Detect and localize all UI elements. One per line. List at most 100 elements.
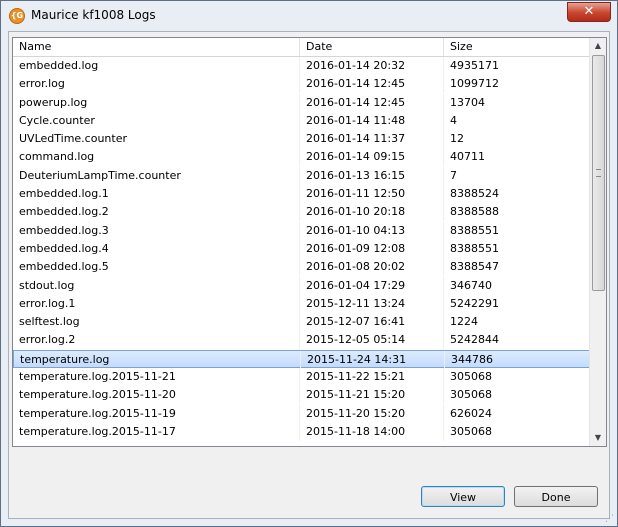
table-row[interactable]: temperature.log.2015-11-17 2015-11-18 14:… xyxy=(13,422,590,441)
cell-name: selftest.log xyxy=(13,313,300,332)
cell-date: 2016-01-14 09:15 xyxy=(300,148,444,167)
app-icon: {G xyxy=(9,8,25,24)
cell-date: 2016-01-10 20:18 xyxy=(300,203,444,222)
table-row[interactable]: selftest.log 2015-12-07 16:41 1224 xyxy=(13,313,590,332)
table-row[interactable]: DeuteriumLampTime.counter 2016-01-13 16:1… xyxy=(13,166,590,185)
thumb-grip-icon xyxy=(596,169,601,177)
table-header: Name Date Size xyxy=(13,38,590,57)
cell-size: 1099712 xyxy=(450,77,499,91)
column-header-size[interactable]: Size xyxy=(444,38,590,56)
table-row[interactable]: UVLedTime.counter 2016-01-14 11:37 12 xyxy=(13,130,590,149)
logs-dialog: {G Maurice kf1008 Logs ✕ Name Date Size … xyxy=(0,0,618,527)
cell-name: command.log xyxy=(13,148,300,167)
scroll-up-arrow-icon[interactable]: ▲ xyxy=(590,38,606,54)
table-row[interactable]: stdout.log 2016-01-04 17:29 346740 xyxy=(13,276,590,295)
cell-size: 5242291 xyxy=(450,296,499,310)
table-row[interactable]: error.log.2 2015-12-05 05:14 5242844 xyxy=(13,331,590,350)
cell-size: 305068 xyxy=(450,388,492,402)
scroll-down-arrow-icon[interactable]: ▼ xyxy=(590,430,606,446)
view-button[interactable]: View xyxy=(421,486,505,507)
cell-date: 2016-01-14 11:48 xyxy=(300,111,444,130)
cell-name: error.log xyxy=(13,75,300,94)
table-row[interactable]: temperature.log.2015-11-20 2015-11-21 15:… xyxy=(13,386,590,405)
table-row[interactable]: error.log.1 2015-12-11 13:24 5242291 xyxy=(13,294,590,313)
window-title: Maurice kf1008 Logs xyxy=(31,8,156,22)
cell-name: stdout.log xyxy=(13,276,300,295)
cell-name: temperature.log.2015-11-20 xyxy=(13,386,300,405)
cell-name: embedded.log.4 xyxy=(13,239,300,258)
resize-grip-icon[interactable]: ⋰ xyxy=(605,514,615,524)
cell-date: 2015-12-05 05:14 xyxy=(300,331,444,350)
cell-name: Cycle.counter xyxy=(13,111,300,130)
dialog-content: Name Date Size embedded.log 2016-01-14 20… xyxy=(8,31,610,519)
cell-size: 8388551 xyxy=(450,241,499,255)
cell-name: embedded.log.3 xyxy=(13,221,300,240)
cell-name: powerup.log xyxy=(13,93,300,112)
cell-name: DeuteriumLampTime.counter xyxy=(13,166,300,185)
table-row[interactable]: temperature.log.2015-11-21 2015-11-22 15:… xyxy=(13,368,590,387)
cell-size: 305068 xyxy=(450,424,492,438)
table-row[interactable]: Cycle.counter 2016-01-14 11:48 4 xyxy=(13,111,590,130)
cell-date: 2016-01-04 17:29 xyxy=(300,276,444,295)
cell-size: 1224 xyxy=(450,315,478,329)
table-row[interactable]: embedded.log.4 2016-01-09 12:08 8388551 xyxy=(13,239,590,258)
cell-name: temperature.log xyxy=(14,350,301,369)
logs-table: Name Date Size embedded.log 2016-01-14 20… xyxy=(12,37,607,447)
cell-date: 2016-01-10 04:13 xyxy=(300,221,444,240)
scrollbar-thumb[interactable] xyxy=(592,55,605,291)
table-row[interactable]: embedded.log.5 2016-01-08 20:02 8388547 xyxy=(13,258,590,277)
cell-name: temperature.log.2015-11-21 xyxy=(13,368,300,387)
cell-date: 2016-01-13 16:15 xyxy=(300,166,444,185)
cell-name: temperature.log.2015-11-17 xyxy=(13,422,300,441)
table-row[interactable]: powerup.log 2016-01-14 12:45 13704 xyxy=(13,93,590,112)
table-row[interactable]: error.log 2016-01-14 12:45 1099712 xyxy=(13,75,590,94)
table-row[interactable]: command.log 2016-01-14 09:15 40711 xyxy=(13,148,590,167)
cell-date: 2015-12-11 13:24 xyxy=(300,294,444,313)
cell-size: 305068 xyxy=(450,370,492,384)
cell-size: 626024 xyxy=(450,406,492,420)
cell-name: embedded.log.2 xyxy=(13,203,300,222)
table-row[interactable]: embedded.log.2 2016-01-10 20:18 8388588 xyxy=(13,203,590,222)
cell-size: 7 xyxy=(450,168,457,182)
cell-date: 2015-12-07 16:41 xyxy=(300,313,444,332)
cell-name: error.log.1 xyxy=(13,294,300,313)
cell-date: 2016-01-09 12:08 xyxy=(300,239,444,258)
cell-size: 346740 xyxy=(450,278,492,292)
cell-date: 2015-11-21 15:20 xyxy=(300,386,444,405)
cell-date: 2015-11-20 15:20 xyxy=(300,404,444,423)
cell-date: 2016-01-08 20:02 xyxy=(300,258,444,277)
done-button[interactable]: Done xyxy=(514,486,598,507)
close-button[interactable]: ✕ xyxy=(567,2,611,22)
cell-size: 8388547 xyxy=(450,260,499,274)
cell-date: 2016-01-14 20:32 xyxy=(300,57,444,75)
cell-date: 2016-01-11 12:50 xyxy=(300,185,444,204)
cell-date: 2015-11-22 15:21 xyxy=(300,368,444,387)
table-row[interactable]: embedded.log 2016-01-14 20:32 4935171 xyxy=(13,57,590,75)
cell-date: 2016-01-14 11:37 xyxy=(300,130,444,149)
cell-size: 4 xyxy=(450,113,457,127)
column-header-date[interactable]: Date xyxy=(300,38,444,56)
table-row[interactable]: embedded.log.3 2016-01-10 04:13 8388551 xyxy=(13,221,590,240)
table-row[interactable]: temperature.log.2015-11-19 2015-11-20 15:… xyxy=(13,404,590,423)
cell-date: 2016-01-14 12:45 xyxy=(300,75,444,94)
cell-size: 13704 xyxy=(450,95,485,109)
table-row[interactable]: temperature.log 2015-11-24 14:31 344786 xyxy=(13,349,590,369)
cell-size: 12 xyxy=(450,132,464,146)
cell-name: UVLedTime.counter xyxy=(13,130,300,149)
table-body: embedded.log 2016-01-14 20:32 4935171 error… xyxy=(13,57,590,441)
cell-size: 8388524 xyxy=(450,187,499,201)
cell-date: 2016-01-14 12:45 xyxy=(300,93,444,112)
cell-date: 2015-11-18 14:00 xyxy=(300,422,444,441)
cell-size: 40711 xyxy=(450,150,485,164)
cell-size: 344786 xyxy=(451,352,493,366)
cell-size: 4935171 xyxy=(450,59,499,72)
cell-name: embedded.log xyxy=(13,57,300,75)
cell-name: embedded.log.5 xyxy=(13,258,300,277)
vertical-scrollbar[interactable]: ▲ ▼ xyxy=(589,38,606,446)
title-bar[interactable]: {G Maurice kf1008 Logs ✕ xyxy=(1,1,617,31)
cell-size: 5242844 xyxy=(450,333,499,347)
table-row[interactable]: embedded.log.1 2016-01-11 12:50 8388524 xyxy=(13,185,590,204)
cell-name: embedded.log.1 xyxy=(13,185,300,204)
cell-size: 8388551 xyxy=(450,223,499,237)
column-header-name[interactable]: Name xyxy=(13,38,300,56)
